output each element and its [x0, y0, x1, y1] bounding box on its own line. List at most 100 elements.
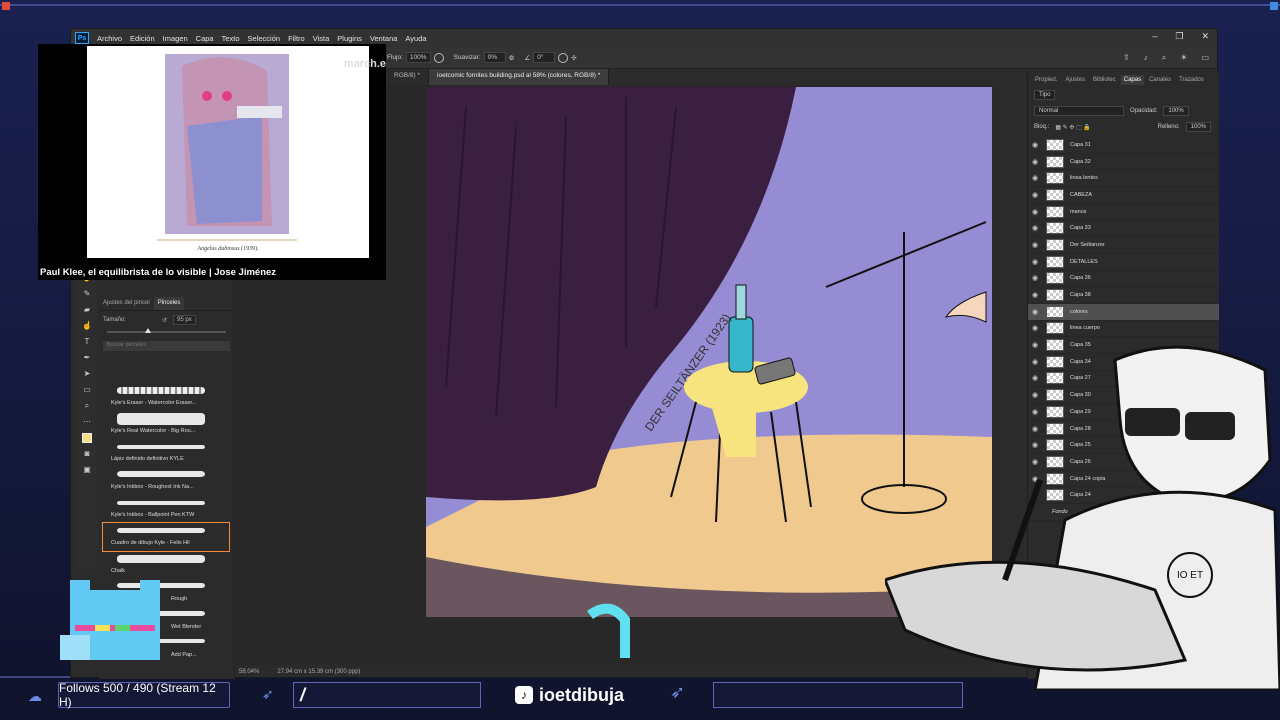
menu-texto[interactable]: Texto [218, 34, 244, 43]
layer-row[interactable]: ◉ CABEZA [1028, 187, 1219, 204]
foreground-color-swatch[interactable] [82, 433, 92, 443]
menu-ayuda[interactable]: Ayuda [401, 34, 430, 43]
layer-row[interactable]: ◉ Capa 33 [1028, 220, 1219, 238]
close-icon[interactable]: ✕ [1201, 31, 1209, 42]
zoom-tool-icon[interactable]: ⌕ [81, 401, 93, 411]
menu-filtro[interactable]: Filtro [284, 34, 309, 43]
gear-icon[interactable]: ⚙ [509, 54, 515, 62]
size-slider[interactable] [107, 328, 226, 333]
layer-row-selected[interactable]: ◉ colores [1028, 303, 1219, 321]
text-tool-icon[interactable]: T [81, 337, 93, 347]
brush-item[interactable]: Lápiz definido definitivo KYLE [103, 439, 229, 467]
brush-item[interactable]: Chalk [103, 551, 229, 579]
cyan-hook-icon [587, 603, 630, 658]
angelus-dubiosus-painting: Angelus dubiosus (1939). [157, 54, 297, 252]
document-tab-active[interactable]: ioetcomic fornites building.psd al 58% (… [429, 69, 610, 85]
menu-capa[interactable]: Capa [192, 34, 218, 43]
rectangle-tool-icon[interactable]: ▭ [81, 385, 93, 395]
command-box: / [293, 682, 481, 708]
layer-row[interactable]: ◉ linea lentes [1028, 170, 1219, 188]
layer-row[interactable]: ◉ Capa 31 [1028, 137, 1219, 154]
menu-ventana[interactable]: Ventana [366, 34, 402, 43]
layer-row[interactable]: ◉ Capa 32 [1028, 154, 1219, 171]
tab-layers[interactable]: Capas [1120, 75, 1145, 85]
pressure-icon[interactable] [558, 52, 569, 63]
flujo-input[interactable]: 100% [405, 52, 431, 63]
svg-text:Angelus dubiosus (19: Angelus dubiosus (1939). [196, 245, 259, 252]
quickmask-icon[interactable]: ◙ [81, 449, 93, 459]
menu-archivo[interactable]: Archivo [93, 34, 126, 43]
reset-icon[interactable]: ↺ [162, 317, 167, 324]
fill-input[interactable]: 100% [1185, 122, 1211, 132]
svg-text:IO ET: IO ET [1177, 570, 1203, 581]
tab-channels[interactable]: Canales [1146, 75, 1174, 85]
doc-size-readout: 27.94 cm x 15.39 cm (300 ppp) [277, 669, 361, 675]
brush-item[interactable]: Kyle's Inkbox - Ballpoint Pen KTW [103, 495, 229, 523]
airbrush-icon[interactable] [433, 52, 444, 63]
bell-icon[interactable]: ♪ [1144, 53, 1148, 63]
suavizar-input[interactable]: 0% [483, 52, 506, 63]
document-tabs: RGB/8) * ioetcomic fornites building.psd… [386, 69, 610, 85]
layer-row[interactable]: ◉ manos [1028, 204, 1219, 221]
select-tool-icon[interactable]: ➤ [81, 369, 93, 379]
tab-properties[interactable]: Propied. [1032, 75, 1060, 85]
smudge-tool-icon[interactable]: ☝ [81, 321, 93, 331]
fill-label: Relleno: [1157, 124, 1180, 130]
brush-item-selected[interactable]: Cuadro de dibujo Kyle - Felix Hil [102, 522, 230, 552]
size-slider-handle[interactable] [145, 328, 151, 333]
angle-input[interactable]: 0° [533, 52, 556, 63]
tab-paths[interactable]: Trazados [1176, 75, 1207, 85]
layer-row[interactable]: ◉ DETALLES [1028, 254, 1219, 271]
layer-row[interactable]: ◉ Der Seiltanzer [1028, 237, 1219, 254]
layer-filter-select[interactable]: Tipo [1034, 90, 1056, 100]
pixel-cat-mascot [60, 580, 160, 660]
screen-mode-icon[interactable]: ▣ [81, 465, 93, 475]
brush-item[interactable]: Kyle's Eraser - Watercolor Eraser... [103, 383, 229, 411]
opacity-input[interactable]: 100% [1163, 106, 1189, 116]
video-watermark: march.e [343, 58, 386, 70]
menu-seleccion[interactable]: Selección [244, 34, 285, 43]
corner-ornament-tr [1270, 2, 1278, 10]
brush-tool-icon[interactable]: ✎ [81, 289, 93, 299]
search-icon[interactable]: ⌕ [1162, 53, 1166, 63]
eye-icon: ◉ [1031, 225, 1039, 233]
eye-icon: ◉ [1031, 158, 1039, 166]
tab-brushes[interactable]: Pinceles [153, 297, 185, 310]
slide-caption-title: Angelus dubiosus [196, 246, 240, 252]
tools-panel: ✋ ✎ ▰ ☝ T ✒ ➤ ▭ ⌕ ⋯ ◙ ▣ [77, 269, 97, 569]
size-input[interactable]: 95 px [173, 315, 196, 325]
eraser-tool-icon[interactable]: ▰ [81, 305, 93, 315]
stream-bottom-bar: ☁ Follows 500 / 490 (Stream 12 H) ➶ / ♪ … [0, 678, 1280, 720]
workspace-icon[interactable]: ▭ [1201, 53, 1209, 63]
tab-brush-settings[interactable]: Ajustes del pincel [99, 297, 154, 310]
menu-edicion[interactable]: Edición [126, 34, 159, 43]
eye-icon: ◉ [1031, 241, 1039, 249]
eye-icon: ◉ [1031, 308, 1039, 316]
menu-imagen[interactable]: Imagen [159, 34, 192, 43]
brush-item[interactable]: Kyle's Inkbox - Roughest Ink Na... [103, 467, 229, 495]
share-icon[interactable]: ⇪ [1123, 53, 1130, 63]
symmetry-icon[interactable]: ✣ [571, 54, 576, 62]
document-tab-1[interactable]: RGB/8) * [386, 69, 430, 85]
lock-icons[interactable]: ▦ ✎ ✣ ⬚ 🔒 [1055, 124, 1091, 131]
maximize-icon[interactable]: ❐ [1175, 31, 1183, 42]
menu-plugins[interactable]: Plugins [333, 34, 366, 43]
layer-row[interactable]: ◉ Capa 36 [1028, 271, 1219, 288]
more-tools-icon[interactable]: ⋯ [81, 417, 93, 427]
tab-libraries[interactable]: Bibliotec [1090, 75, 1119, 85]
minimize-icon[interactable]: – [1152, 31, 1157, 42]
eye-icon: ◉ [1031, 191, 1039, 199]
pen-tool-icon[interactable]: ✒ [81, 353, 93, 363]
brush-search-input[interactable]: Buscar pinceles [103, 341, 230, 351]
layer-row[interactable]: ◉ Capa 38 [1028, 287, 1219, 304]
menu-vista[interactable]: Vista [309, 34, 334, 43]
light-icon[interactable]: ☀ [1180, 53, 1187, 63]
brush-item[interactable]: Kyle's Real Watercolor - Big Rou... [103, 411, 229, 439]
bird-icon: ➶ [262, 686, 274, 702]
tab-adjustments[interactable]: Ajustes [1062, 75, 1088, 85]
corner-ornament-tl [2, 2, 10, 10]
zoom-readout[interactable]: 58.04% [239, 669, 259, 675]
blend-mode-select[interactable]: Normal [1034, 106, 1124, 116]
eye-icon: ◉ [1031, 258, 1039, 266]
eye-icon: ◉ [1031, 175, 1039, 183]
